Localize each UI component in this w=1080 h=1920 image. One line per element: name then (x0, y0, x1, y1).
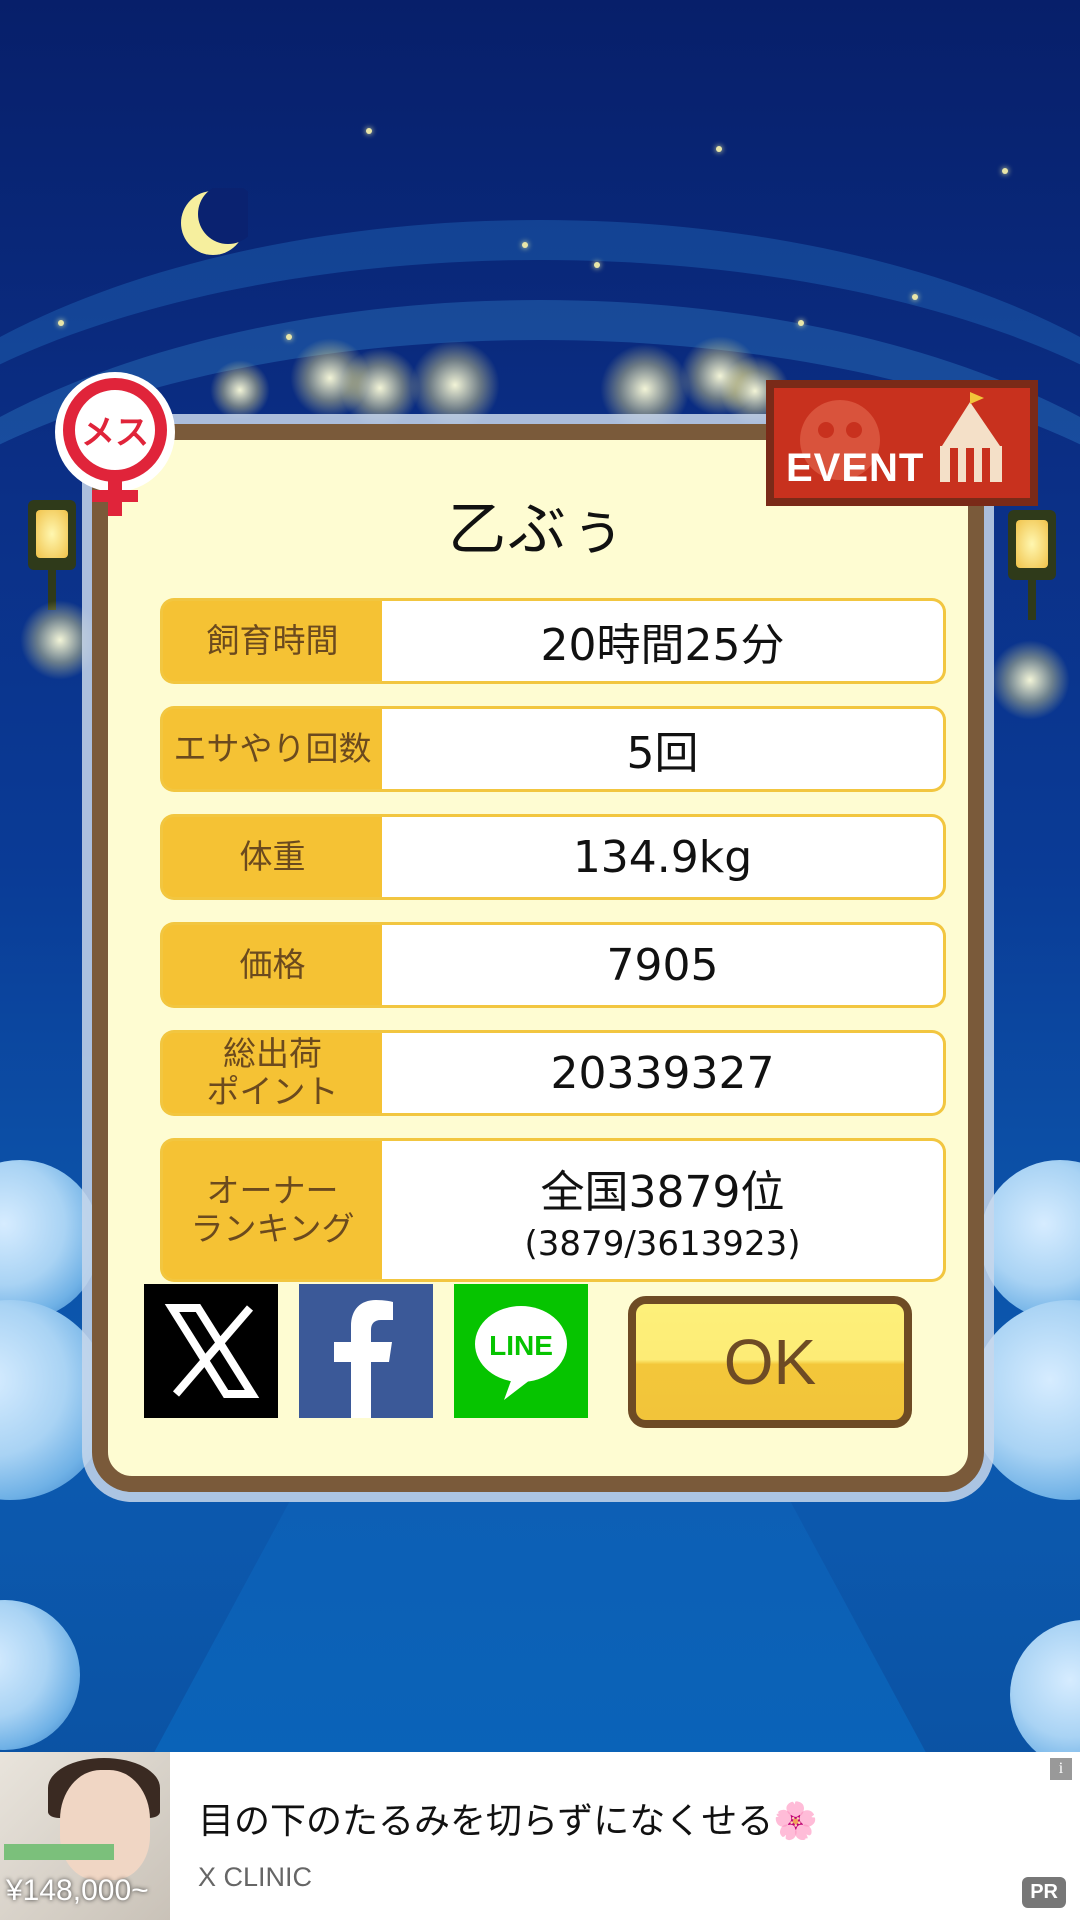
row-label: 価格 (160, 922, 382, 1008)
row-value: 7905 (382, 922, 946, 1008)
light-cluster (20, 600, 100, 680)
row-label: 体重 (160, 814, 382, 900)
gender-label: メス (81, 413, 149, 453)
light-cluster (600, 344, 690, 434)
ad-banner[interactable]: ¥148,000~ 目の下のたるみを切らずになくせる🌸 X CLINIC i P… (0, 1752, 1080, 1920)
row-weight: 体重 134.9kg (160, 814, 946, 900)
pig-status-dialog: 乙ぶぅ 飼育時間 20時間25分 エサやり回数 5回 体重 134.9kg 価格… (92, 424, 984, 1492)
light-cluster (410, 340, 500, 430)
share-x-button[interactable] (144, 1284, 278, 1418)
row-breeding-time: 飼育時間 20時間25分 (160, 598, 946, 684)
star (912, 294, 918, 300)
event-label: EVENT (786, 446, 925, 490)
ad-image: ¥148,000~ (0, 1752, 170, 1920)
star (798, 320, 804, 326)
row-label: オーナー ランキング (160, 1138, 382, 1282)
row-value: 5回 (382, 706, 946, 792)
row-price: 価格 7905 (160, 922, 946, 1008)
pr-badge: PR (1022, 1877, 1066, 1908)
bubble-decoration (970, 1300, 1080, 1500)
bubble-decoration (980, 1160, 1080, 1320)
event-badge[interactable]: EVENT (766, 380, 1038, 506)
female-gender-icon: メス (55, 372, 175, 516)
star (716, 146, 722, 152)
light-cluster (990, 640, 1070, 720)
star (594, 262, 600, 268)
row-value: 20339327 (382, 1030, 946, 1116)
light-cluster (340, 348, 420, 428)
row-label: 総出荷 ポイント (160, 1030, 382, 1116)
bubble-decoration (0, 1600, 80, 1750)
ad-title: 目の下のたるみを切らずになくせる🌸 (198, 1801, 819, 1842)
light-cluster (210, 360, 270, 420)
ad-price: ¥148,000~ (6, 1874, 149, 1907)
facebook-logo-icon (334, 1300, 393, 1418)
row-feed-count: エサやり回数 5回 (160, 706, 946, 792)
path-road (150, 1500, 930, 1760)
ad-info-icon[interactable]: i (1050, 1758, 1072, 1780)
moon-icon (181, 188, 248, 255)
ad-advertiser: X CLINIC (198, 1862, 313, 1892)
star (286, 334, 292, 340)
x-logo-icon (164, 1304, 260, 1398)
share-facebook-button[interactable] (299, 1284, 433, 1418)
row-label: エサやり回数 (160, 706, 382, 792)
ok-button[interactable]: OK (628, 1296, 912, 1428)
bubble-decoration (1010, 1620, 1080, 1770)
line-logo-text: LINE (489, 1330, 553, 1361)
row-value: 20時間25分 (382, 598, 946, 684)
bubble-decoration (0, 1160, 100, 1320)
star (58, 320, 64, 326)
star (366, 128, 372, 134)
row-owner-ranking: オーナー ランキング 全国3879位 (3879/3613923) (160, 1138, 946, 1282)
ranking-detail: (3879/3613923) (524, 1224, 801, 1264)
row-shipping-points: 総出荷 ポイント 20339327 (160, 1030, 946, 1116)
row-label: 飼育時間 (160, 598, 382, 684)
line-logo-icon: LINE (475, 1306, 567, 1400)
row-value: 134.9kg (382, 814, 946, 900)
row-value: 全国3879位 (3879/3613923) (382, 1138, 946, 1282)
street-lamp (1008, 510, 1056, 620)
share-line-button[interactable]: LINE (454, 1284, 588, 1418)
star (1002, 168, 1008, 174)
star (522, 242, 528, 248)
